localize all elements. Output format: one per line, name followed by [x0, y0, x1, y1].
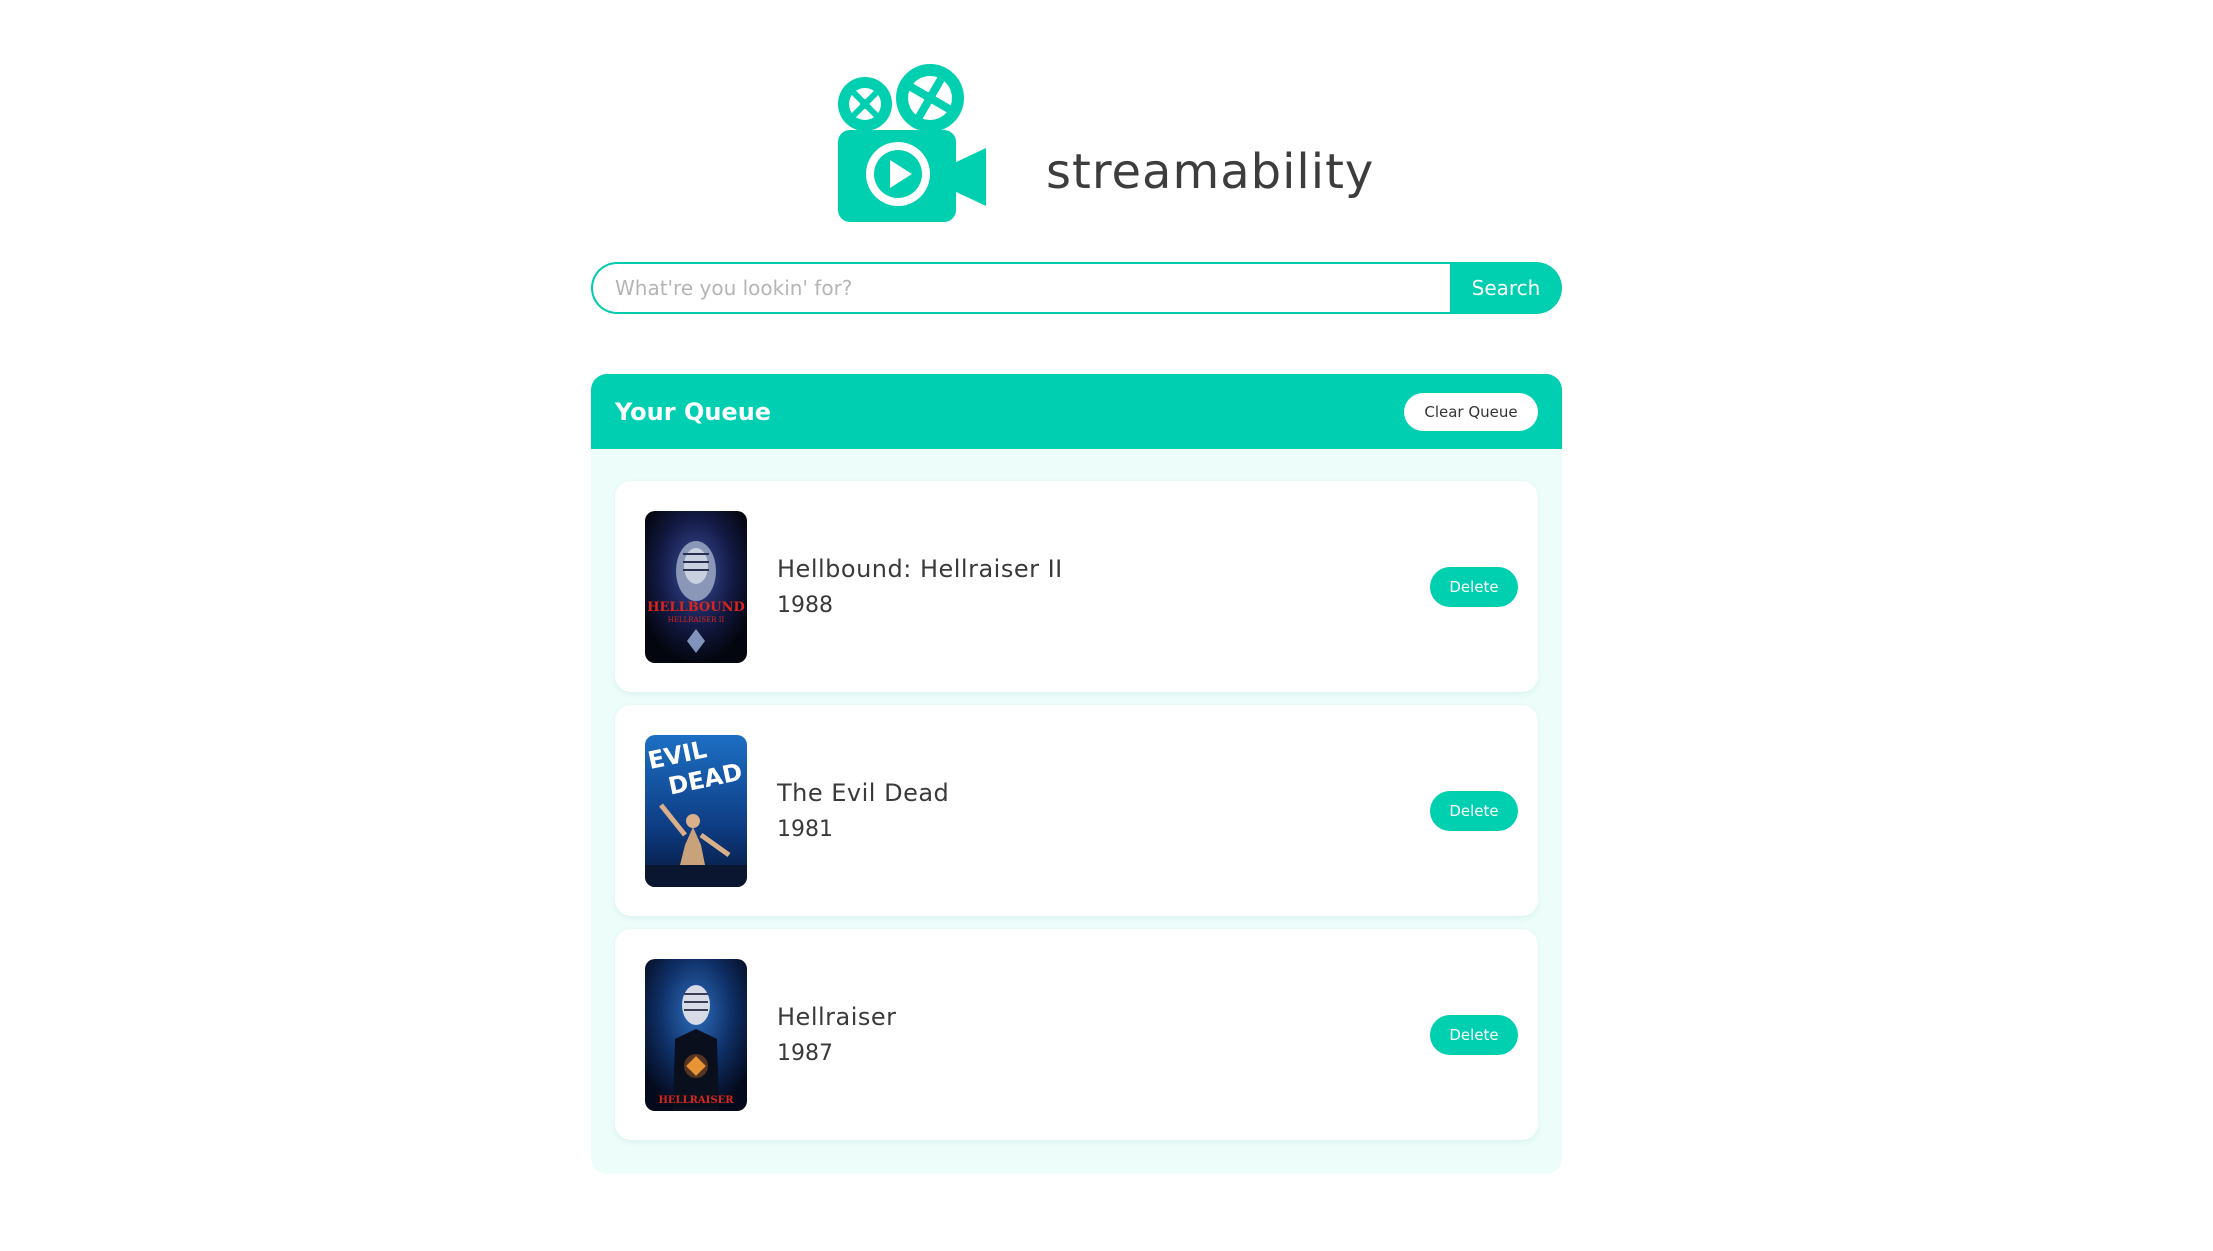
movie-title: Hellbound: Hellraiser II — [777, 555, 1063, 583]
search-input[interactable] — [591, 262, 1450, 314]
movie-info: Hellraiser 1987 — [777, 1003, 897, 1066]
delete-button[interactable]: Delete — [1430, 790, 1518, 831]
search-bar: Search — [591, 262, 1562, 314]
movie-title: Hellraiser — [777, 1003, 897, 1031]
brand-name: streamability — [1046, 144, 1375, 200]
delete-button[interactable]: Delete — [1430, 566, 1518, 607]
svg-text:HELLRAISER II: HELLRAISER II — [668, 616, 725, 624]
queue-item: EVIL DEAD The Evil Dead 1981 Delete — [615, 705, 1538, 916]
page: streamability Search Your Queue Clear Qu… — [0, 0, 2213, 1251]
queue-item: HELLBOUND HELLRAISER II Hellbound: Hellr… — [615, 481, 1538, 692]
movie-year: 1981 — [777, 817, 833, 842]
movie-poster: HELLBOUND HELLRAISER II — [645, 510, 747, 663]
svg-text:HELLBOUND: HELLBOUND — [647, 600, 745, 615]
search-button[interactable]: Search — [1450, 262, 1562, 314]
film-camera-play-icon — [838, 64, 986, 222]
queue-item: HELLRAISER Hellraiser 1987 Delete — [615, 929, 1538, 1140]
delete-button[interactable]: Delete — [1430, 1014, 1518, 1055]
movie-poster: EVIL DEAD — [645, 734, 747, 887]
svg-text:HELLRAISER: HELLRAISER — [658, 1095, 734, 1106]
movie-info: The Evil Dead 1981 — [777, 779, 949, 842]
queue-list: HELLBOUND HELLRAISER II Hellbound: Hellr… — [591, 449, 1562, 1140]
queue-panel: Your Queue Clear Queue HELLBOUND HELLRAI… — [591, 374, 1562, 1174]
movie-poster: HELLRAISER — [645, 958, 747, 1111]
queue-title: Your Queue — [615, 397, 772, 426]
clear-queue-button[interactable]: Clear Queue — [1404, 392, 1538, 431]
movie-title: The Evil Dead — [777, 779, 950, 807]
queue-header: Your Queue Clear Queue — [591, 374, 1562, 449]
movie-info: Hellbound: Hellraiser II 1988 — [777, 555, 1063, 618]
app-header: streamability — [838, 64, 1373, 224]
movie-year: 1988 — [777, 593, 833, 618]
movie-year: 1987 — [777, 1041, 833, 1066]
